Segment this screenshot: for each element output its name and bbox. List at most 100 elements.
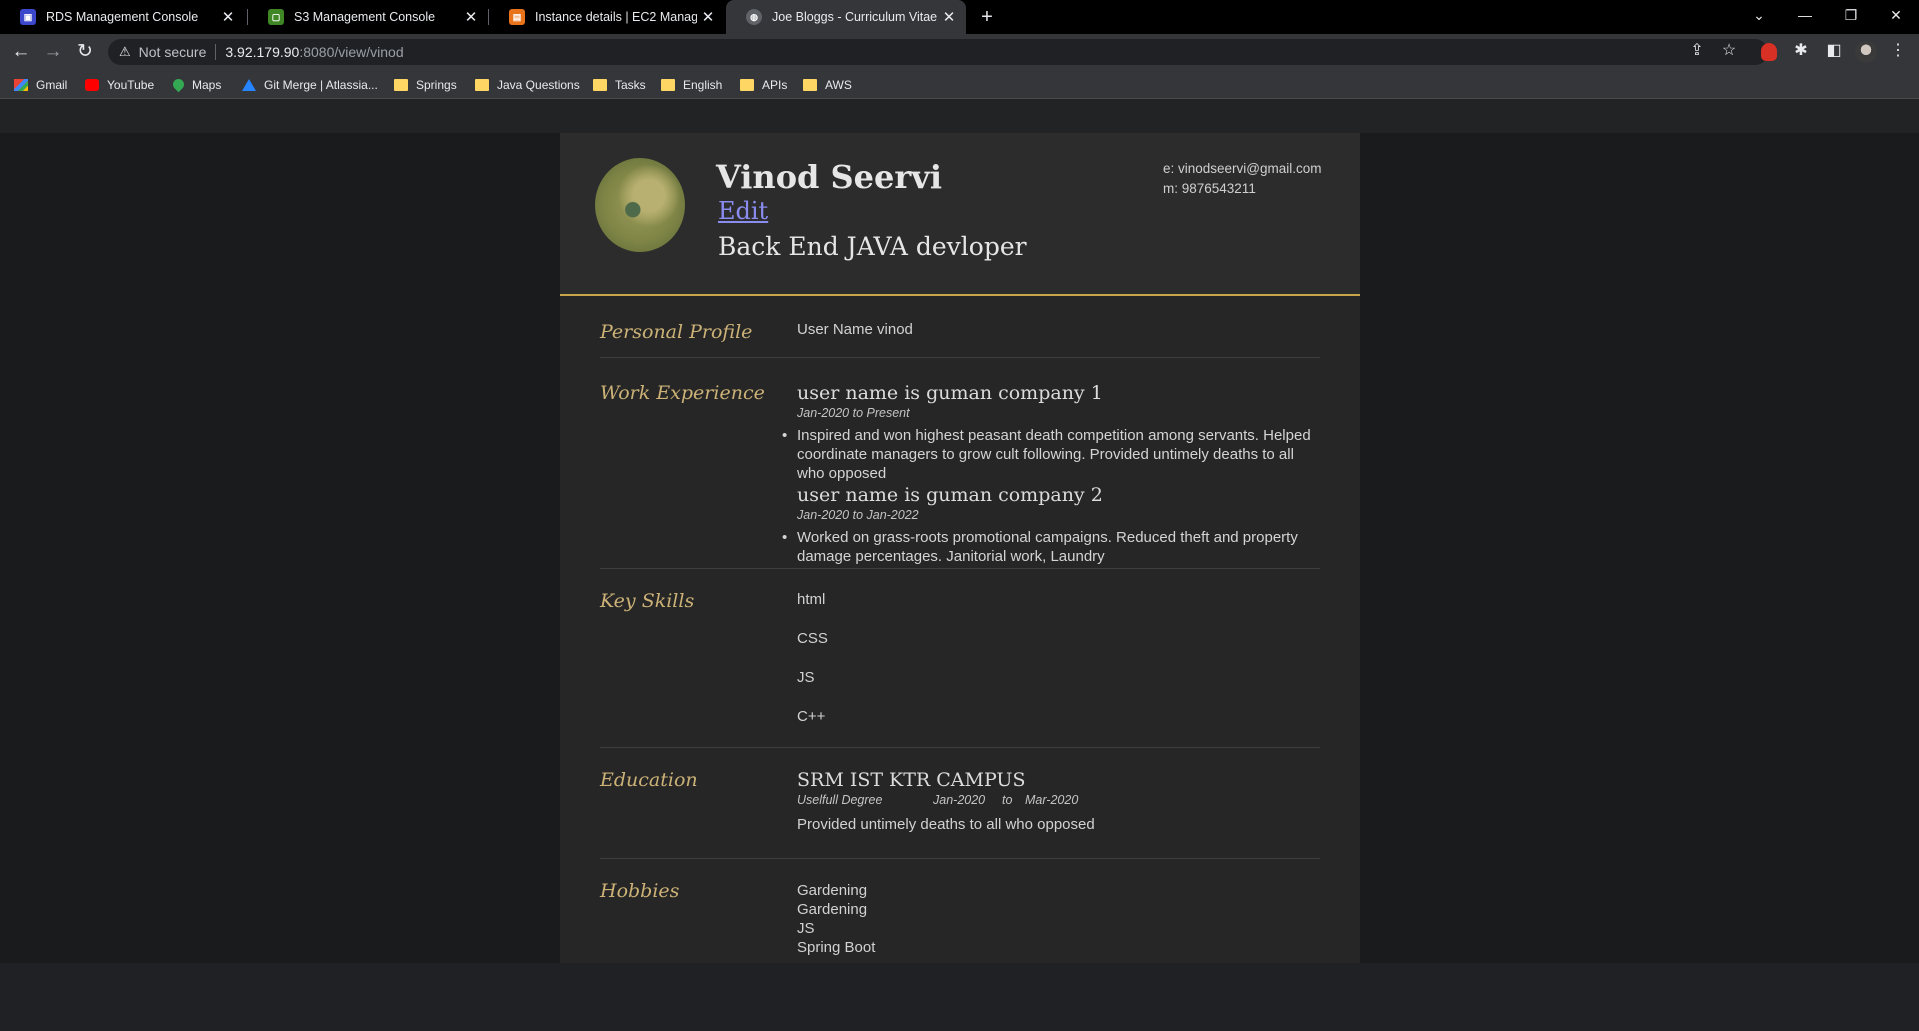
tab-strip: ▣ RDS Management Console ✕ ▢ S3 Manageme… (0, 0, 1919, 34)
work-list: user name is guman company 1 Jan-2020 to… (782, 381, 1317, 566)
folder-icon (803, 78, 817, 91)
atlassian-icon (242, 78, 256, 91)
bookmark-label: Tasks (615, 77, 646, 92)
browser-toolbar: ← → ↻ ⚠ Not secure 3.92.179.90 :8080/vie… (0, 34, 1919, 70)
education-to-label: to (1002, 793, 1013, 807)
bookmark-label: Gmail (36, 77, 68, 92)
bookmark-label: Java Questions (497, 77, 580, 92)
edit-link[interactable]: Edit (718, 197, 768, 225)
youtube-icon (85, 78, 99, 91)
globe-icon: ◍ (746, 9, 762, 25)
bookmark-tasks[interactable]: Tasks (593, 70, 646, 99)
new-tab-button[interactable]: + (974, 4, 1000, 30)
bookmark-label: Maps (192, 77, 222, 92)
bookmark-java-questions[interactable]: Java Questions (475, 70, 580, 99)
page-viewport: Vinod Seervi Edit Back End JAVA devloper… (0, 100, 1919, 963)
maps-icon (170, 76, 187, 93)
close-icon[interactable]: ✕ (938, 8, 960, 26)
section-title: Work Experience (600, 382, 765, 404)
extensions-puzzle-icon[interactable]: ✱ (1789, 40, 1813, 60)
section-work-experience: Work Experience user name is guman compa… (600, 358, 1320, 569)
education-degree: Uselfull Degree (797, 793, 883, 807)
close-icon[interactable]: ✕ (460, 8, 482, 26)
bookmark-label: APIs (762, 77, 788, 92)
contact-mobile: m: 9876543211 (1163, 181, 1256, 196)
folder-icon (661, 78, 675, 91)
bookmark-star-icon[interactable]: ☆ (1717, 40, 1741, 60)
bookmark-label: YouTube (107, 77, 155, 92)
section-title: Key Skills (600, 590, 695, 612)
profile-text: User Name vinod (797, 321, 913, 338)
tab-title: Joe Bloggs - Curriculum Vitae (772, 10, 938, 24)
education-meta: Uselfull Degree Jan-2020 to Mar-2020 (797, 792, 1317, 808)
security-label[interactable]: Not secure (139, 44, 207, 60)
close-window-button[interactable]: ✕ (1873, 0, 1919, 30)
bookmark-aws[interactable]: AWS (803, 70, 852, 99)
job-item: user name is guman company 2 Jan-2020 to… (782, 483, 1317, 566)
s3-icon: ▢ (268, 9, 284, 25)
hobby-item: Gardening (797, 901, 868, 918)
url-path: :8080/view/vinod (299, 44, 404, 60)
section-personal-profile: Personal Profile User Name vinod (600, 296, 1320, 358)
rds-icon: ▣ (20, 9, 36, 25)
page-bottom-area (0, 963, 1919, 1031)
tab-rds[interactable]: ▣ RDS Management Console ✕ (0, 0, 245, 34)
folder-icon (740, 78, 754, 91)
reload-button[interactable]: ↻ (71, 38, 99, 66)
bookmark-git-merge[interactable]: Git Merge | Atlassia... (242, 70, 378, 99)
page-top-strip (0, 100, 1919, 133)
bookmark-label: AWS (825, 77, 852, 92)
bookmark-youtube[interactable]: YouTube (85, 70, 154, 99)
section-title: Hobbies (600, 880, 680, 902)
profile-photo (595, 158, 685, 252)
contact-info: e: vinodseervi@gmail.com m: 9876543211 (1163, 159, 1322, 199)
side-panel-icon[interactable]: ◧ (1822, 40, 1846, 60)
address-bar[interactable]: ⚠ Not secure 3.92.179.90 :8080/view/vino… (108, 39, 1768, 65)
section-title: Personal Profile (600, 321, 753, 343)
bookmark-english[interactable]: English (661, 70, 722, 99)
education-to: Mar-2020 (1025, 793, 1079, 807)
section-key-skills: Key Skills html CSS JS C++ (600, 569, 1320, 748)
job-item: user name is guman company 1 Jan-2020 to… (782, 381, 1317, 483)
contact-email: e: vinodseervi@gmail.com (1163, 161, 1322, 176)
tab-title: Instance details | EC2 Manageme (535, 10, 697, 24)
folder-icon (394, 78, 408, 91)
skill-item: C++ (797, 708, 826, 725)
bookmark-maps[interactable]: Maps (170, 70, 222, 99)
restore-button[interactable]: ❐ (1828, 0, 1874, 30)
education-entry: SRM IST KTR CAMPUS Uselfull Degree Jan-2… (797, 768, 1317, 834)
cv-name: Vinod Seervi (716, 158, 942, 196)
bookmark-springs[interactable]: Springs (394, 70, 457, 99)
close-icon[interactable]: ✕ (217, 8, 239, 26)
share-icon[interactable]: ⇪ (1685, 40, 1709, 60)
extension-icon[interactable] (1761, 43, 1777, 61)
warning-icon[interactable]: ⚠ (119, 44, 131, 60)
hobby-item: Gardening (797, 882, 868, 899)
bookmark-gmail[interactable]: Gmail (14, 70, 67, 99)
tab-ec2[interactable]: ▤ Instance details | EC2 Manageme ✕ (489, 0, 725, 34)
tab-cv[interactable]: ◍ Joe Bloggs - Curriculum Vitae ✕ (726, 0, 966, 34)
menu-kebab-icon[interactable]: ⋮ (1886, 40, 1910, 60)
skills-list: html CSS JS C++ (797, 590, 1317, 746)
job-title: user name is guman company 1 (797, 382, 1103, 404)
profile-avatar[interactable] (1855, 41, 1877, 63)
url-host: 3.92.179.90 (225, 44, 300, 60)
job-dates: Jan-2020 to Present (797, 406, 910, 420)
forward-button[interactable]: → (39, 38, 67, 66)
bookmark-apis[interactable]: APIs (740, 70, 787, 99)
hobby-item: Spring Boot (797, 939, 876, 956)
job-description: Inspired and won highest peasant death c… (782, 426, 1317, 483)
bookmarks-bar: Gmail YouTube Maps Git Merge | Atlassia.… (0, 70, 1919, 99)
cv-role: Back End JAVA devloper (718, 232, 1027, 261)
close-icon[interactable]: ✕ (697, 8, 719, 26)
education-school: SRM IST KTR CAMPUS (797, 769, 1026, 791)
job-dates: Jan-2020 to Jan-2022 (797, 508, 919, 522)
hobbies-list: Gardening Gardening JS Spring Boot (797, 881, 1317, 957)
minimize-button[interactable]: — (1782, 0, 1828, 30)
tab-search-icon[interactable]: ⌄ (1736, 0, 1782, 30)
tab-s3[interactable]: ▢ S3 Management Console ✕ (248, 0, 488, 34)
section-title: Education (600, 769, 698, 791)
skill-item: JS (797, 669, 815, 686)
back-button[interactable]: ← (7, 38, 35, 66)
gmail-icon (14, 78, 28, 91)
